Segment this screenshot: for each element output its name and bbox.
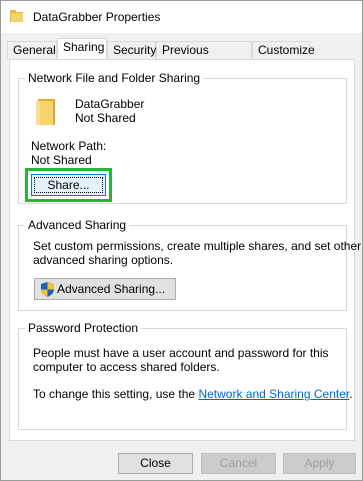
password-protection-line1: People must have a user account and pass…	[33, 346, 329, 360]
title-bar: DataGrabber Properties	[1, 1, 362, 33]
cancel-button[interactable]: Cancel	[201, 453, 276, 474]
folder-share-status: Not Shared	[75, 111, 136, 125]
cancel-button-label: Cancel	[219, 456, 258, 470]
network-path-value: Not Shared	[31, 153, 92, 167]
tab-general[interactable]: General	[7, 41, 57, 58]
password-protection-line3-prefix: To change this setting, use the	[33, 387, 199, 401]
tab-strip: General Sharing Security Previous Versio…	[1, 37, 362, 74]
tab-label: General	[13, 43, 56, 57]
folder-icon	[10, 10, 23, 22]
window-title: DataGrabber Properties	[33, 10, 161, 24]
password-protection-line3: To change this setting, use the Network …	[33, 387, 353, 401]
advanced-sharing-desc-line2: advanced sharing options.	[33, 253, 174, 267]
advanced-sharing-button-label: Advanced Sharing...	[57, 282, 166, 296]
password-protection-line2: computer to access shared folders.	[33, 360, 220, 374]
advanced-sharing-button[interactable]: Advanced Sharing...	[34, 278, 176, 300]
tab-label: Security	[113, 43, 157, 57]
password-protection-group-title: Password Protection	[25, 321, 142, 335]
tab-sharing[interactable]: Sharing	[57, 38, 107, 59]
advanced-sharing-group-title: Advanced Sharing	[25, 218, 130, 232]
tab-security[interactable]: Security	[107, 41, 156, 58]
close-button[interactable]: Close	[118, 453, 193, 474]
tab-label: Customize	[258, 43, 315, 57]
network-sharing-group-title: Network File and Folder Sharing	[25, 71, 204, 85]
sharing-panel: Network File and Folder Sharing DataGrab…	[9, 59, 361, 441]
advanced-sharing-desc-line1: Set custom permissions, create multiple …	[33, 239, 362, 253]
password-protection-line3-suffix: .	[349, 387, 353, 401]
folder-icon	[36, 99, 55, 125]
close-button-label: Close	[140, 456, 171, 470]
network-and-sharing-center-link[interactable]: Network and Sharing Center	[198, 387, 349, 401]
properties-window: DataGrabber Properties General Sharing S…	[0, 0, 363, 481]
apply-button[interactable]: Apply	[283, 453, 356, 474]
password-protection-group: Password Protection People must have a u…	[18, 321, 353, 430]
share-button[interactable]: Share...	[31, 174, 106, 196]
folder-name: DataGrabber	[75, 97, 145, 111]
tab-label: Sharing	[63, 40, 105, 54]
tab-previous-versions[interactable]: Previous Versions	[156, 41, 252, 74]
uac-shield-icon	[41, 282, 54, 297]
apply-button-label: Apply	[304, 456, 335, 470]
network-path-label: Network Path:	[31, 139, 107, 153]
tab-customize[interactable]: Customize	[252, 41, 315, 58]
advanced-sharing-group: Advanced Sharing Set custom permissions,…	[18, 218, 361, 311]
focus-rectangle	[34, 177, 103, 193]
